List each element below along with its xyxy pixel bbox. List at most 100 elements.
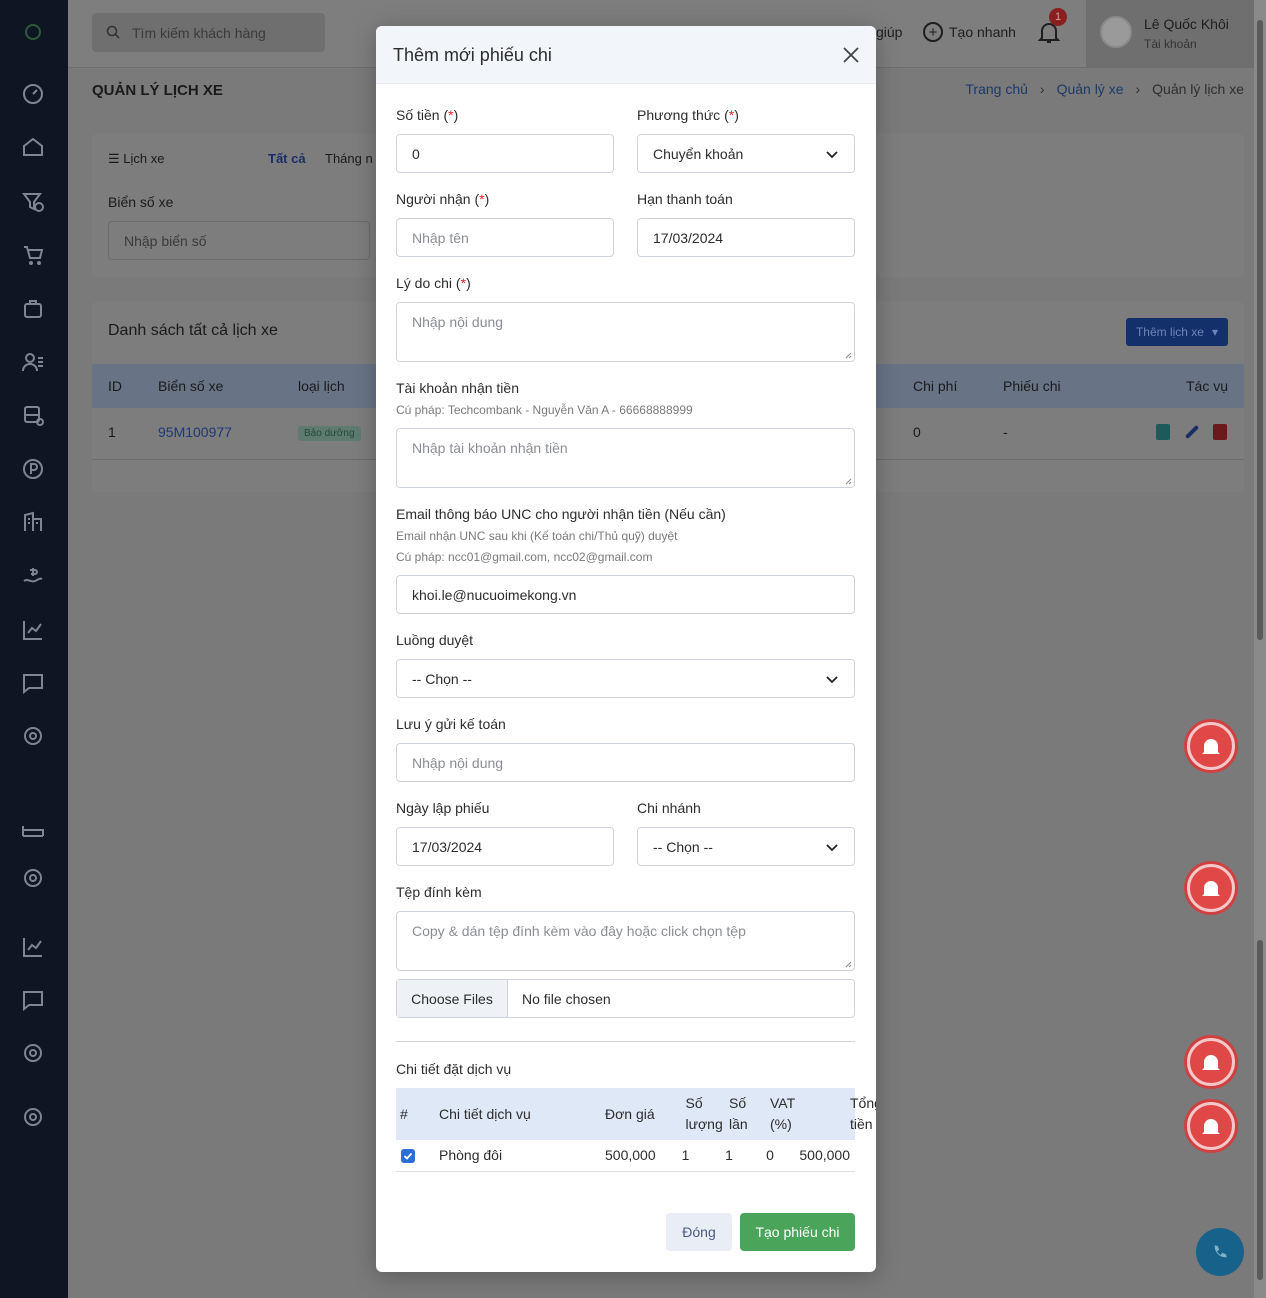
customer-search[interactable]: Tìm kiếm khách hàng xyxy=(92,13,325,52)
users-icon[interactable] xyxy=(21,350,45,374)
settings-icon[interactable] xyxy=(21,724,45,748)
settings-icon[interactable] xyxy=(21,866,45,890)
due-date-input[interactable]: 17/03/2024 xyxy=(637,218,855,257)
reason-placeholder: Nhập nội dung xyxy=(412,314,504,330)
reason-label: Lý do chi (*) xyxy=(396,275,471,291)
create-voucher-button[interactable]: Tạo phiếu chi xyxy=(740,1213,855,1251)
service-table-header: # Chi tiết dịch vụ Đơn giá Số lượng Số lần… xyxy=(396,1088,876,1140)
row-id: 1 xyxy=(108,424,116,440)
close-button[interactable]: Đóng xyxy=(666,1213,732,1251)
chevron-down-icon: ▾ xyxy=(1211,325,1218,339)
tab-schedule[interactable]: ☰ Lịch xe xyxy=(108,151,164,167)
cash-hand-icon[interactable] xyxy=(21,564,45,588)
home-icon[interactable] xyxy=(21,135,45,159)
table-row: Phòng đôi 500,000 1 1 0 500,000 xyxy=(396,1140,855,1172)
tab-all[interactable]: Tất cả xyxy=(268,151,306,166)
sidebar xyxy=(0,0,68,1298)
email-input[interactable]: khoi.le@nucuoimekong.vn xyxy=(396,575,855,614)
parking-icon[interactable] xyxy=(21,457,45,481)
edit-icon[interactable] xyxy=(1184,424,1200,440)
bell-icon xyxy=(1202,739,1220,754)
chevron-down-icon xyxy=(826,844,838,852)
receiver-placeholder: Nhập tên xyxy=(412,230,469,246)
logo-icon xyxy=(21,20,45,44)
help-link[interactable]: giúp xyxy=(876,24,902,40)
reason-textarea[interactable]: Nhập nội dung xyxy=(396,302,855,362)
col-quantity-line2: lượng xyxy=(685,1116,723,1132)
call-button[interactable] xyxy=(1196,1228,1244,1276)
document-icon[interactable] xyxy=(1156,424,1170,440)
branch-value: -- Chọn -- xyxy=(653,839,713,855)
row-plate-link[interactable]: 95M100977 xyxy=(158,424,232,440)
message-icon[interactable] xyxy=(21,988,45,1012)
alert-bell-button[interactable] xyxy=(1187,1038,1235,1086)
col-total-line2: tiền xyxy=(850,1116,873,1132)
required-mark: * xyxy=(460,275,467,291)
add-schedule-button[interactable]: Thêm lịch xe ▾ xyxy=(1125,318,1228,346)
account-hint: Cú pháp: Techcombank - Nguyễn Văn A - 66… xyxy=(396,403,693,417)
scrollbar-thumb[interactable] xyxy=(1257,20,1263,640)
email-hint-syntax: Cú pháp: ncc01@gmail.com, ncc02@gmail.co… xyxy=(396,550,653,564)
divider xyxy=(396,1041,855,1042)
accountant-note-input[interactable]: Nhập nội dung xyxy=(396,743,855,782)
branch-label: Chi nhánh xyxy=(637,800,701,816)
resize-grip-icon[interactable] xyxy=(845,961,852,968)
breadcrumb-vehicle[interactable]: Quản lý xe xyxy=(1057,81,1124,97)
email-label: Email thông báo UNC cho người nhận tiền … xyxy=(396,506,726,522)
account-textarea[interactable]: Nhập tài khoản nhận tiền xyxy=(396,428,855,488)
checkmark-icon xyxy=(403,1152,413,1160)
settings-icon[interactable] xyxy=(21,1105,45,1129)
resize-grip-icon[interactable] xyxy=(845,478,852,485)
page-scrollbar[interactable] xyxy=(1254,0,1266,1298)
created-date-label: Ngày lập phiếu xyxy=(396,800,490,816)
bus-icon[interactable] xyxy=(21,404,45,428)
due-date-value: 17/03/2024 xyxy=(653,230,724,246)
alert-bell-button[interactable] xyxy=(1187,864,1235,912)
method-select[interactable]: Chuyển khoản xyxy=(637,134,855,173)
filter-money-icon[interactable] xyxy=(21,190,45,214)
col-vat: VAT (%) xyxy=(752,1093,795,1132)
alert-bell-button[interactable] xyxy=(1187,1102,1235,1150)
breadcrumb-home[interactable]: Trang chủ xyxy=(965,81,1028,97)
plate-filter-label: Biển số xe xyxy=(108,194,174,210)
receiver-input[interactable]: Nhập tên xyxy=(396,218,614,257)
amount-value: 0 xyxy=(412,146,420,162)
notification-badge: 1 xyxy=(1049,8,1067,26)
approval-flow-select[interactable]: -- Chọn -- xyxy=(396,659,855,698)
chevron-down-icon xyxy=(826,151,838,159)
breadcrumb: Trang chủ › Quản lý xe › Quản lý lịch xe xyxy=(965,81,1244,97)
building-icon[interactable] xyxy=(21,510,45,534)
attachment-label: Tệp đính kèm xyxy=(396,884,482,900)
alert-bell-button[interactable] xyxy=(1187,722,1235,770)
chart-icon[interactable] xyxy=(21,935,45,959)
search-placeholder: Tìm kiếm khách hàng xyxy=(132,25,266,41)
col-quantity: Số lượng xyxy=(664,1093,723,1132)
tab-month[interactable]: Tháng n xyxy=(325,151,373,166)
message-icon[interactable] xyxy=(21,671,45,695)
file-input[interactable]: Choose Files No file chosen xyxy=(396,979,855,1018)
quick-create-button[interactable]: + Tạo nhanh xyxy=(923,22,1016,42)
reason-label-text: Lý do chi xyxy=(396,275,453,291)
user-account-label: Tài khoản xyxy=(1144,37,1197,51)
attachment-dropzone[interactable]: Copy & dán tệp đính kèm vào đây hoặc cli… xyxy=(396,911,855,971)
amount-input[interactable]: 0 xyxy=(396,134,614,173)
plate-filter-input[interactable]: Nhập biển số xyxy=(108,221,370,260)
settings-icon[interactable] xyxy=(21,1041,45,1065)
phone-icon xyxy=(1214,1245,1227,1258)
created-date-input[interactable]: 17/03/2024 xyxy=(396,827,614,866)
briefcase-icon[interactable] xyxy=(21,297,45,321)
service-checkbox[interactable] xyxy=(401,1149,415,1163)
close-icon[interactable] xyxy=(842,46,860,64)
col-times: Số lần xyxy=(714,1093,748,1132)
choose-files-button[interactable]: Choose Files xyxy=(397,980,508,1017)
user-menu[interactable]: Lê Quốc Khôi Tài khoản xyxy=(1086,0,1254,68)
scrollbar-thumb[interactable] xyxy=(1257,940,1263,1280)
bed-icon[interactable] xyxy=(21,818,45,842)
resize-grip-icon[interactable] xyxy=(845,352,852,359)
branch-select[interactable]: -- Chọn -- xyxy=(637,827,855,866)
trash-icon[interactable] xyxy=(1213,424,1227,440)
cart-icon[interactable] xyxy=(21,243,45,267)
dashboard-icon[interactable] xyxy=(21,82,45,106)
service-details-title: Chi tiết đặt dịch vụ xyxy=(396,1061,512,1077)
chart-icon[interactable] xyxy=(21,618,45,642)
